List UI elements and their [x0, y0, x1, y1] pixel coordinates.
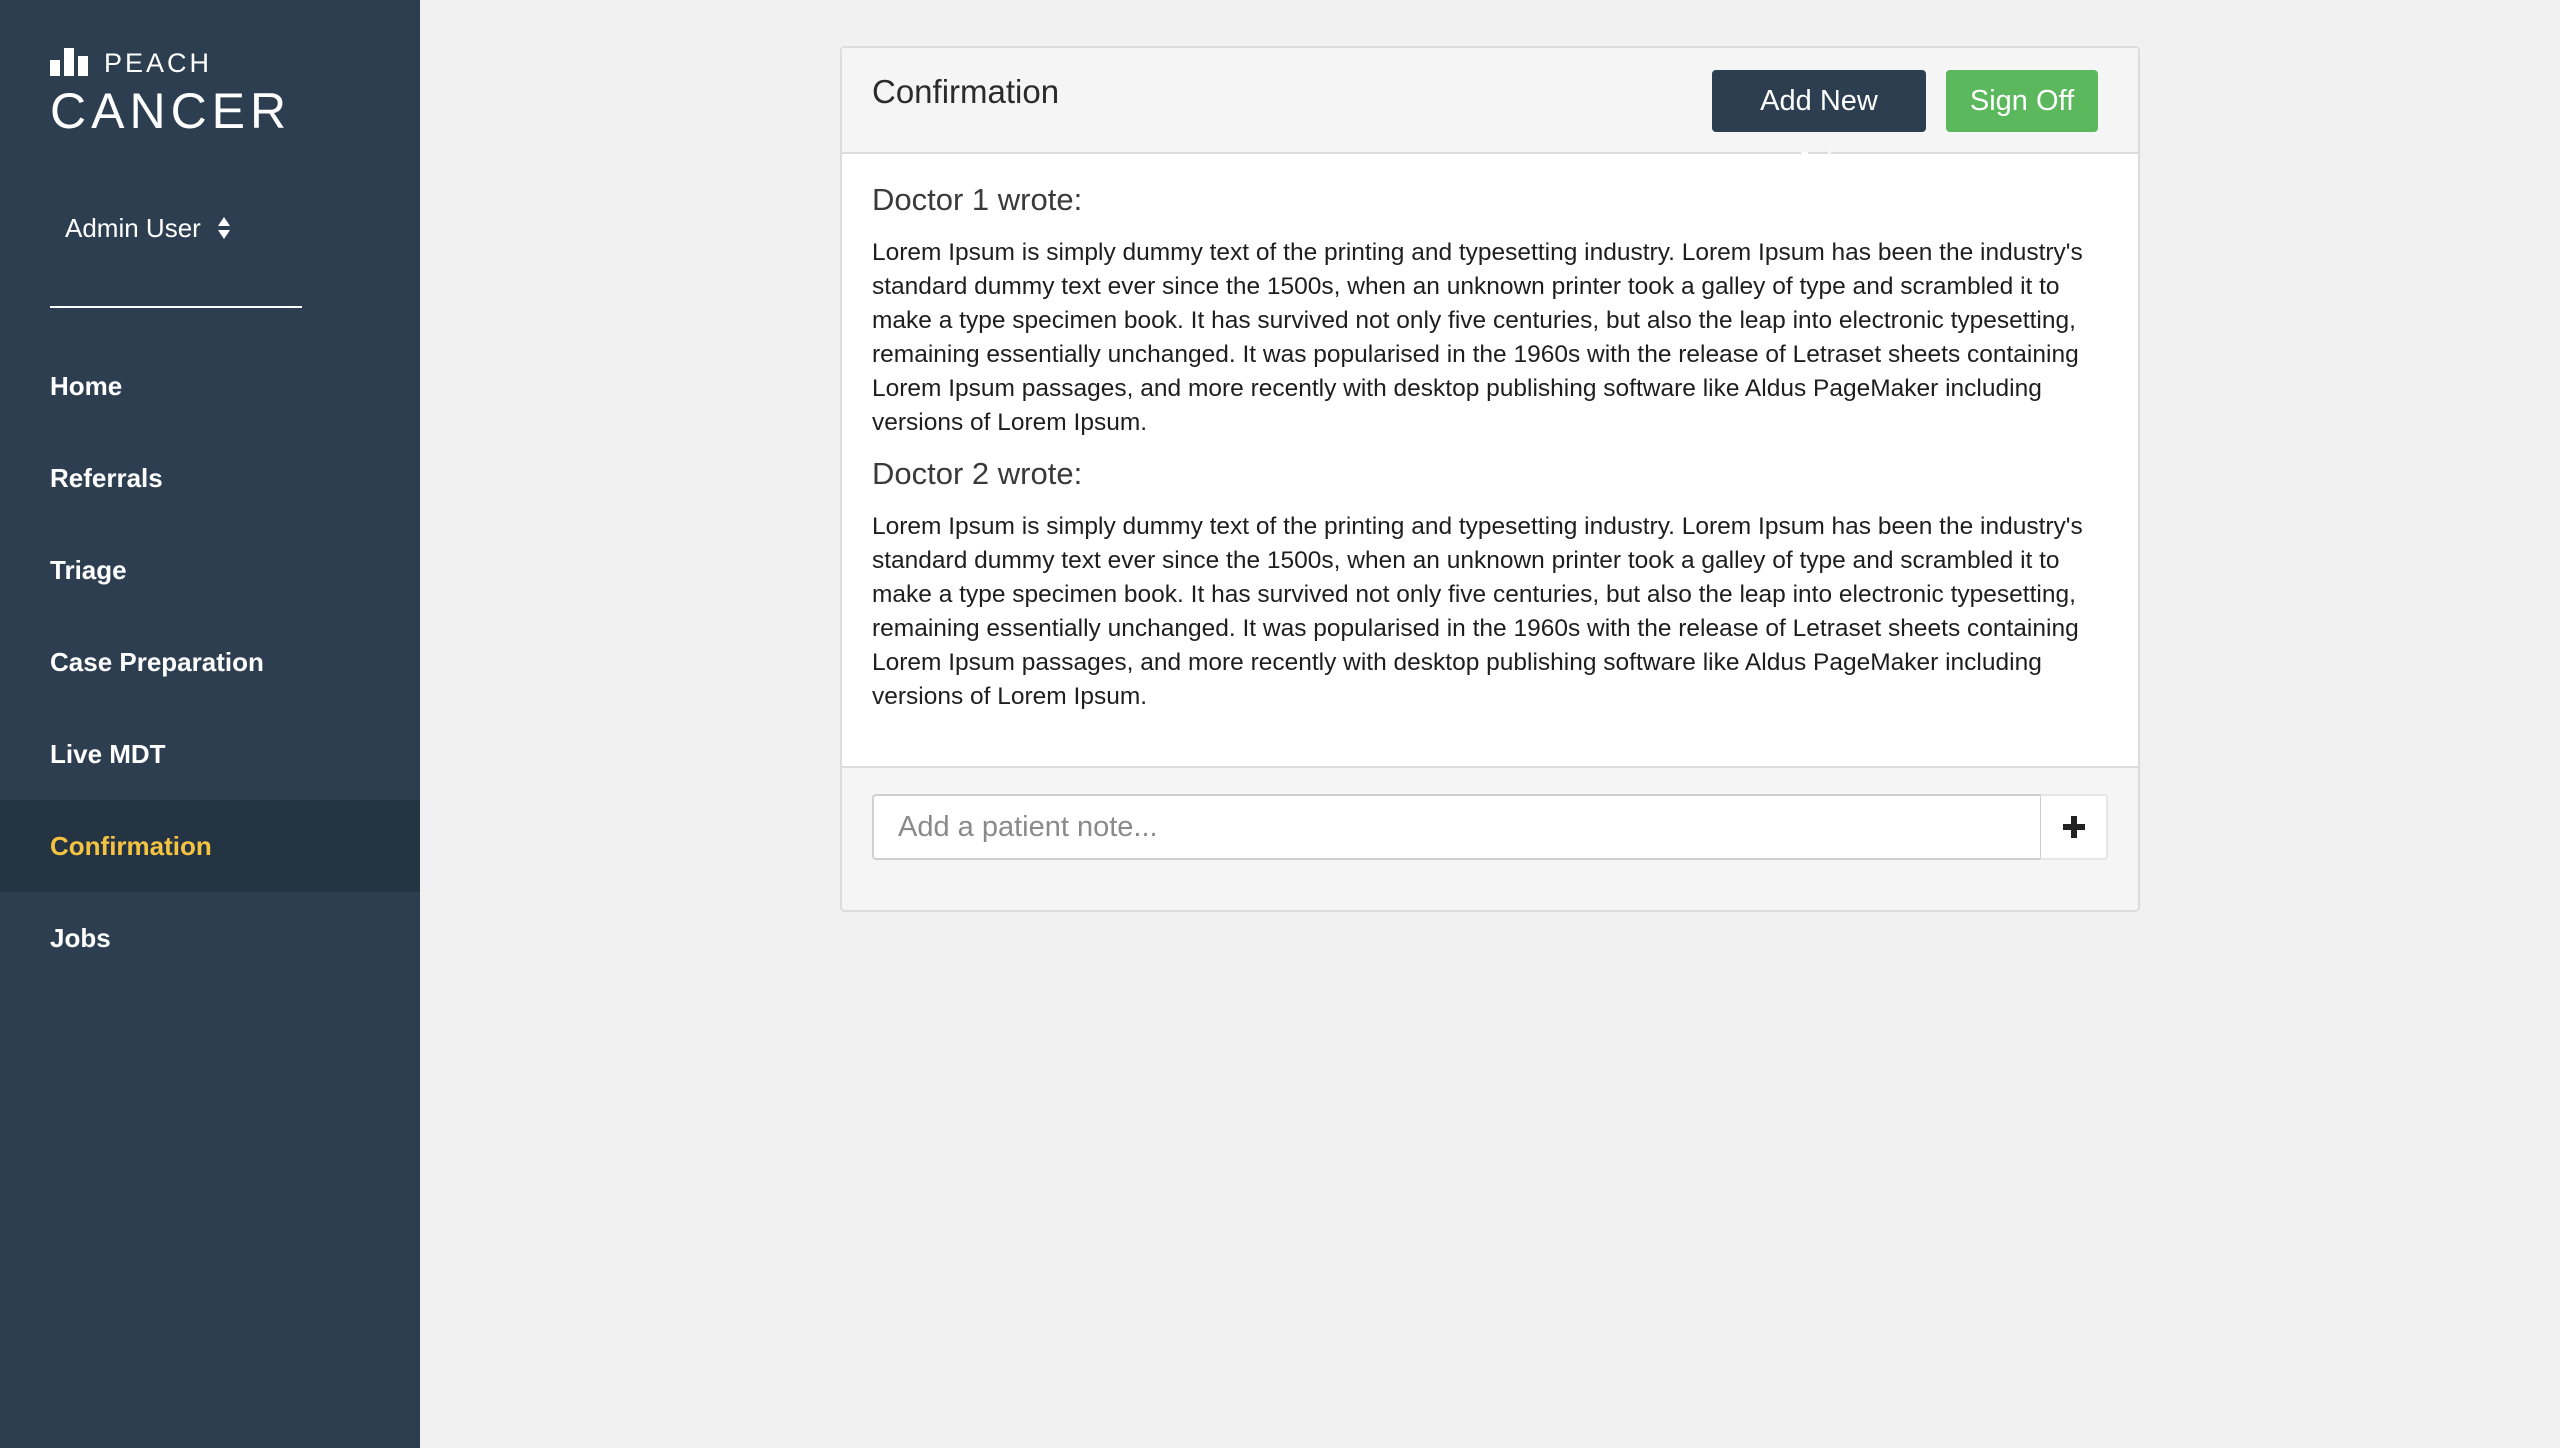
sidebar-item-jobs[interactable]: Jobs — [0, 892, 420, 984]
sidebar-item-confirmation[interactable]: Confirmation — [0, 800, 420, 892]
sidebar-divider — [50, 306, 302, 308]
sidebar-nav: Home Referrals Triage Case Preparation L… — [0, 340, 420, 984]
brand-main-text: CANCER — [50, 83, 292, 139]
add-new-job-button[interactable]: Add New Job — [1712, 70, 1926, 179]
sidebar: PEACH CANCER Admin User Home Referrals T… — [0, 0, 420, 1448]
patient-note-input[interactable] — [872, 794, 2040, 860]
note-author: Doctor 1 wrote: — [872, 182, 1083, 217]
confirmation-panel: Confirmation Add New Job Sign Off Doctor… — [840, 46, 2140, 912]
user-selector[interactable]: Admin User — [65, 212, 231, 244]
sidebar-item-case-preparation[interactable]: Case Preparation — [0, 616, 420, 708]
bar-chart-logo-icon — [50, 46, 90, 76]
brand-top-text: PEACH — [104, 48, 213, 78]
patient-note-form — [872, 794, 2108, 860]
page-title: Confirmation — [872, 73, 1060, 110]
note-item: Doctor 2 wrote: Lorem Ipsum is simply du… — [872, 452, 2108, 714]
add-note-button[interactable] — [2040, 794, 2108, 860]
sidebar-item-referrals[interactable]: Referrals — [0, 432, 420, 524]
note-item: Doctor 1 wrote: Lorem Ipsum is simply du… — [872, 178, 2108, 440]
sign-off-button[interactable]: Sign Off — [1946, 70, 2098, 132]
panel-header: Confirmation Add New Job Sign Off — [842, 48, 2138, 179]
sort-updown-icon — [217, 215, 231, 241]
sidebar-item-live-mdt[interactable]: Live MDT — [0, 708, 420, 800]
note-text: Lorem Ipsum is simply dummy text of the … — [872, 513, 2083, 710]
note-text: Lorem Ipsum is simply dummy text of the … — [872, 239, 2083, 436]
notes-body: Doctor 1 wrote: Lorem Ipsum is simply du… — [842, 154, 2138, 768]
sidebar-item-triage[interactable]: Triage — [0, 524, 420, 616]
brand-logo[interactable]: PEACH CANCER — [50, 46, 310, 139]
user-name: Admin User — [65, 213, 201, 243]
note-author: Doctor 2 wrote: — [872, 456, 1083, 491]
plus-icon — [2062, 816, 2085, 838]
sidebar-item-home[interactable]: Home — [0, 340, 420, 432]
